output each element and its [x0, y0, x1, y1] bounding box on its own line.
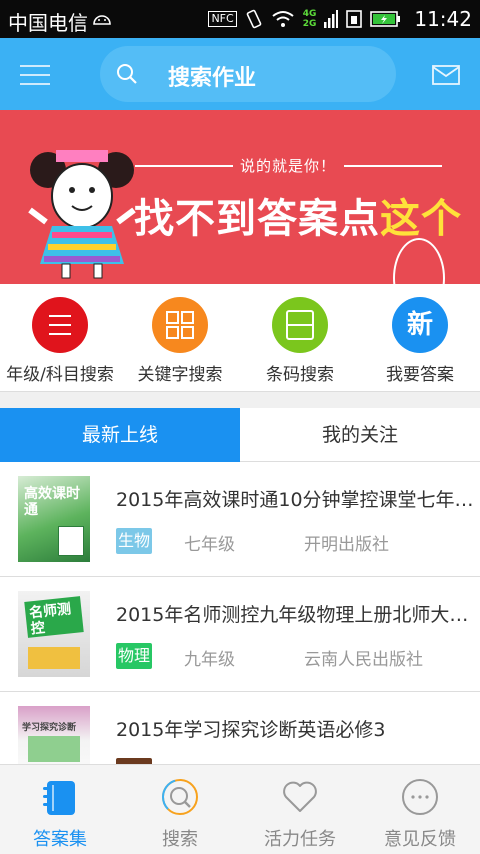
- quicknav-label: 条码搜索: [266, 365, 334, 385]
- banner-title-main: 找不到答案点: [134, 196, 380, 242]
- bottom-nav-answers[interactable]: 答案集: [0, 765, 120, 854]
- bottom-nav-search[interactable]: 搜索: [120, 765, 240, 854]
- bottom-nav-label: 活力任务: [264, 829, 336, 850]
- android-icon: [93, 15, 111, 25]
- clock: 11:42: [414, 7, 472, 31]
- book-cover-text: 名师测控: [28, 601, 72, 638]
- heart-icon: [283, 781, 317, 812]
- wifi-icon: [272, 11, 294, 27]
- tab-latest[interactable]: 最新上线: [0, 408, 240, 462]
- mail-icon[interactable]: [432, 65, 460, 85]
- book-cover-image: 学习探究诊断: [18, 706, 90, 764]
- bottom-nav-label: 搜索: [162, 829, 198, 850]
- publisher-label: 开明出版社: [304, 535, 389, 555]
- battery-icon: [370, 11, 401, 27]
- subject-tag: 生物: [116, 528, 152, 554]
- banner-arc-decoration: [393, 238, 445, 284]
- list-item[interactable]: 学习探究诊断 2015年学习探究诊断英语必修3: [0, 692, 480, 764]
- bottom-nav-label: 答案集: [33, 829, 87, 850]
- banner-divider-left: [135, 165, 233, 167]
- quicknav-request-answer[interactable]: 新 我要答案: [360, 284, 480, 392]
- bottom-nav-feedback[interactable]: 意见反馈: [360, 765, 480, 854]
- tab-following[interactable]: 我的关注: [240, 408, 480, 462]
- search-bar[interactable]: 搜索作业: [100, 46, 396, 102]
- banner-title: 找不到答案点这个: [134, 186, 462, 244]
- quick-nav: 年级/科目搜索 关键字搜索 条码搜索 新 我要答案: [0, 284, 480, 392]
- network-type: 4G 2G: [302, 9, 317, 29]
- app-header: 搜索作业: [0, 38, 480, 110]
- list-icon: [32, 297, 88, 353]
- book-cover-image: 名师测控: [18, 591, 90, 677]
- promo-banner[interactable]: 说的就是你！ 找不到答案点这个: [0, 110, 480, 284]
- publisher-label: 云南人民出版社: [304, 650, 423, 670]
- quicknav-keyword-search[interactable]: 关键字搜索: [120, 284, 240, 392]
- quicknav-label: 关键字搜索: [137, 365, 223, 385]
- bottom-nav-label: 意见反馈: [384, 829, 456, 850]
- banner-subtitle: 说的就是你！: [240, 157, 337, 175]
- banner-divider-right: [344, 165, 442, 167]
- book-cover-text: 高效课时通: [24, 486, 80, 518]
- book-cover-image: 高效课时通: [18, 476, 90, 562]
- book-cover-text: 学习探究诊断: [22, 723, 77, 733]
- quicknav-label: 年级/科目搜索: [6, 365, 114, 385]
- grade-label: 九年级: [184, 650, 235, 670]
- barcode-scan-icon: [272, 297, 328, 353]
- new-icon: 新: [392, 297, 448, 353]
- bottom-nav-tasks[interactable]: 活力任务: [240, 765, 360, 854]
- notebook-icon: [43, 781, 75, 815]
- search-label: 搜索作业: [168, 66, 257, 91]
- sim-icon: [346, 10, 363, 28]
- grid-icon: [152, 297, 208, 353]
- book-title: 2015年学习探究诊断英语必修3: [116, 719, 386, 741]
- book-title: 2015年高效课时通10分钟掌控课堂七年级生物…: [116, 489, 476, 511]
- signal-icon: [324, 10, 339, 28]
- status-bar: 中国电信 NFC 4G 2G 11:42: [0, 0, 480, 38]
- quicknav-grade-subject-search[interactable]: 年级/科目搜索: [0, 284, 120, 392]
- quicknav-barcode-search[interactable]: 条码搜索: [240, 284, 360, 392]
- feedback-icon: [402, 779, 438, 815]
- grade-label: 七年级: [184, 535, 235, 555]
- list-item[interactable]: 名师测控 2015年名师测控九年级物理上册北师大版… 物理 九年级 云南人民出版…: [0, 577, 480, 692]
- cartoon-girl-illustration: [28, 150, 136, 279]
- book-title: 2015年名师测控九年级物理上册北师大版…: [116, 604, 476, 626]
- quicknav-label: 我要答案: [386, 365, 454, 385]
- nfc-icon: NFC: [208, 11, 237, 27]
- book-list: 高效课时通 2015年高效课时通10分钟掌控课堂七年级生物… 生物 七年级 开明…: [0, 462, 480, 764]
- menu-icon[interactable]: [20, 65, 50, 85]
- search-icon: [162, 779, 198, 815]
- vibrate-icon: [246, 9, 262, 29]
- section-gap: [0, 392, 480, 408]
- subject-tag: 物理: [116, 643, 152, 669]
- list-tabs: 最新上线 我的关注: [0, 408, 480, 462]
- list-item[interactable]: 高效课时通 2015年高效课时通10分钟掌控课堂七年级生物… 生物 七年级 开明…: [0, 462, 480, 577]
- carrier-name: 中国电信: [8, 11, 88, 35]
- banner-title-highlight: 这个: [380, 196, 462, 242]
- search-icon: [117, 64, 137, 84]
- bottom-nav: 答案集 搜索 活力任务 意见反馈: [0, 764, 480, 854]
